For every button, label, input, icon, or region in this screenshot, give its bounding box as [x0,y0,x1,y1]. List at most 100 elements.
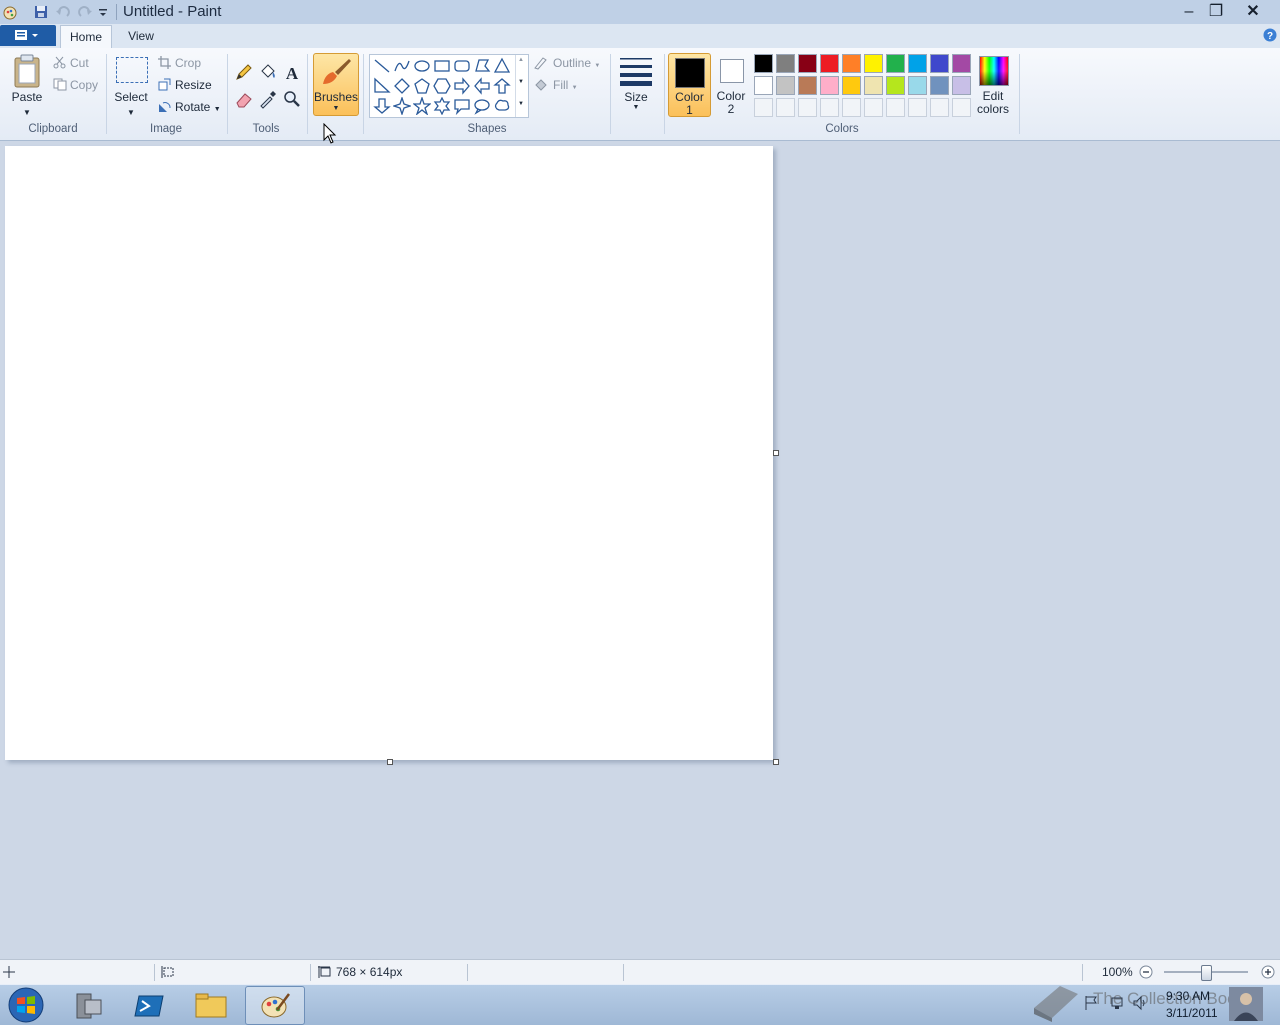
select-button[interactable]: Select ▼ [112,90,150,118]
tab-home[interactable]: Home [60,25,112,48]
custom-color-slot[interactable] [754,98,773,117]
down-arrow-shape-icon[interactable] [373,97,391,115]
custom-color-slot[interactable] [820,98,839,117]
triangle-shape-icon[interactable] [493,57,511,75]
hexagon-shape-icon[interactable] [433,77,451,95]
server-manager-icon[interactable] [60,988,118,1024]
cloud-callout-shape-icon[interactable] [493,97,511,115]
palette-color-swatch[interactable] [798,76,817,95]
curve-shape-icon[interactable] [393,57,411,75]
custom-color-slot[interactable] [930,98,949,117]
shapes-expand-arrow[interactable]: ▼ [518,101,524,107]
diamond-shape-icon[interactable] [393,77,411,95]
palette-color-swatch[interactable] [886,54,905,73]
custom-color-slot[interactable] [886,98,905,117]
palette-color-swatch[interactable] [842,54,861,73]
maximize-button[interactable]: ❐ [1203,1,1229,23]
magnifier-icon[interactable] [281,88,303,110]
shapes-scrollbar[interactable]: ▲ ▼ ▼ [515,55,528,117]
palette-color-swatch[interactable] [842,76,861,95]
custom-color-slot[interactable] [864,98,883,117]
palette-color-swatch[interactable] [952,76,971,95]
rectangle-shape-icon[interactable] [433,57,451,75]
five-point-star-shape-icon[interactable] [413,97,431,115]
clock-time[interactable]: 9:30 AM [1166,989,1210,1003]
text-icon[interactable]: A [281,61,303,83]
save-icon[interactable] [33,4,49,20]
palette-color-swatch[interactable] [952,54,971,73]
palette-color-swatch[interactable] [864,76,883,95]
size-button[interactable]: Size ▼ [616,53,656,115]
palette-color-swatch[interactable] [930,54,949,73]
oval-shape-icon[interactable] [413,57,431,75]
palette-color-swatch[interactable] [908,54,927,73]
color1-button[interactable]: Color 1 [668,53,711,117]
redo-icon[interactable] [77,4,93,20]
customize-qat-icon[interactable] [98,4,108,20]
palette-color-swatch[interactable] [754,76,773,95]
up-arrow-shape-icon[interactable] [493,77,511,95]
edit-colors-button[interactable]: Edit colors [975,53,1013,116]
palette-color-swatch[interactable] [776,76,795,95]
palette-color-swatch[interactable] [820,76,839,95]
drawing-canvas[interactable] [5,146,773,760]
paste-button[interactable]: Paste ▼ [8,90,46,118]
pencil-icon[interactable] [233,61,255,83]
fill-bucket-icon[interactable] [257,61,279,83]
resize-handle-bottom[interactable] [387,759,393,765]
scroll-down-arrow[interactable]: ▼ [518,79,524,85]
brushes-button[interactable]: Brushes ▼ [313,53,359,116]
zoom-out-icon[interactable] [1139,965,1153,979]
tab-view[interactable]: View [122,25,160,47]
powershell-icon[interactable] [121,988,179,1024]
palette-color-swatch[interactable] [930,76,949,95]
crop-button[interactable]: Crop [175,56,201,70]
eraser-icon[interactable] [233,88,255,110]
undo-icon[interactable] [55,4,71,20]
clock-date[interactable]: 3/11/2011 [1166,1006,1218,1020]
fill-button[interactable]: Fill ▼ [553,78,578,92]
file-explorer-icon[interactable] [182,988,240,1024]
start-button-icon[interactable] [6,986,46,1024]
palette-color-swatch[interactable] [864,54,883,73]
cut-button[interactable]: Cut [70,56,89,70]
custom-color-slot[interactable] [798,98,817,117]
custom-color-slot[interactable] [842,98,861,117]
minimize-button[interactable]: – [1176,1,1202,23]
color-picker-icon[interactable] [257,88,279,110]
palette-color-swatch[interactable] [908,76,927,95]
close-button[interactable]: ✕ [1240,1,1266,23]
paint-menu-button[interactable] [0,25,56,46]
oval-callout-shape-icon[interactable] [473,97,491,115]
resize-handle-right[interactable] [773,450,779,456]
action-center-flag-icon[interactable] [1084,995,1098,1011]
six-point-star-shape-icon[interactable] [433,97,451,115]
paint-app-icon[interactable] [2,4,18,20]
network-icon[interactable] [1110,995,1126,1011]
polygon-shape-icon[interactable] [473,57,491,75]
zoom-slider-thumb[interactable] [1201,965,1212,981]
outline-button[interactable]: Outline ▼ [553,56,600,70]
taskbar-paint-button[interactable] [245,986,305,1025]
rotate-button[interactable]: Rotate ▼ [175,100,221,114]
four-point-star-shape-icon[interactable] [393,97,411,115]
palette-color-swatch[interactable] [886,76,905,95]
palette-color-swatch[interactable] [776,54,795,73]
custom-color-slot[interactable] [776,98,795,117]
line-shape-icon[interactable] [373,57,391,75]
scroll-up-arrow[interactable]: ▲ [518,57,524,63]
color2-button[interactable]: Color 2 [712,53,750,116]
resize-button[interactable]: Resize [175,78,212,92]
rounded-callout-shape-icon[interactable] [453,97,471,115]
palette-color-swatch[interactable] [754,54,773,73]
copy-button[interactable]: Copy [70,78,98,92]
pentagon-shape-icon[interactable] [413,77,431,95]
zoom-in-icon[interactable] [1261,965,1275,979]
left-arrow-shape-icon[interactable] [473,77,491,95]
custom-color-slot[interactable] [952,98,971,117]
palette-color-swatch[interactable] [820,54,839,73]
volume-icon[interactable] [1132,995,1148,1011]
right-triangle-shape-icon[interactable] [373,77,391,95]
custom-color-slot[interactable] [908,98,927,117]
palette-color-swatch[interactable] [798,54,817,73]
